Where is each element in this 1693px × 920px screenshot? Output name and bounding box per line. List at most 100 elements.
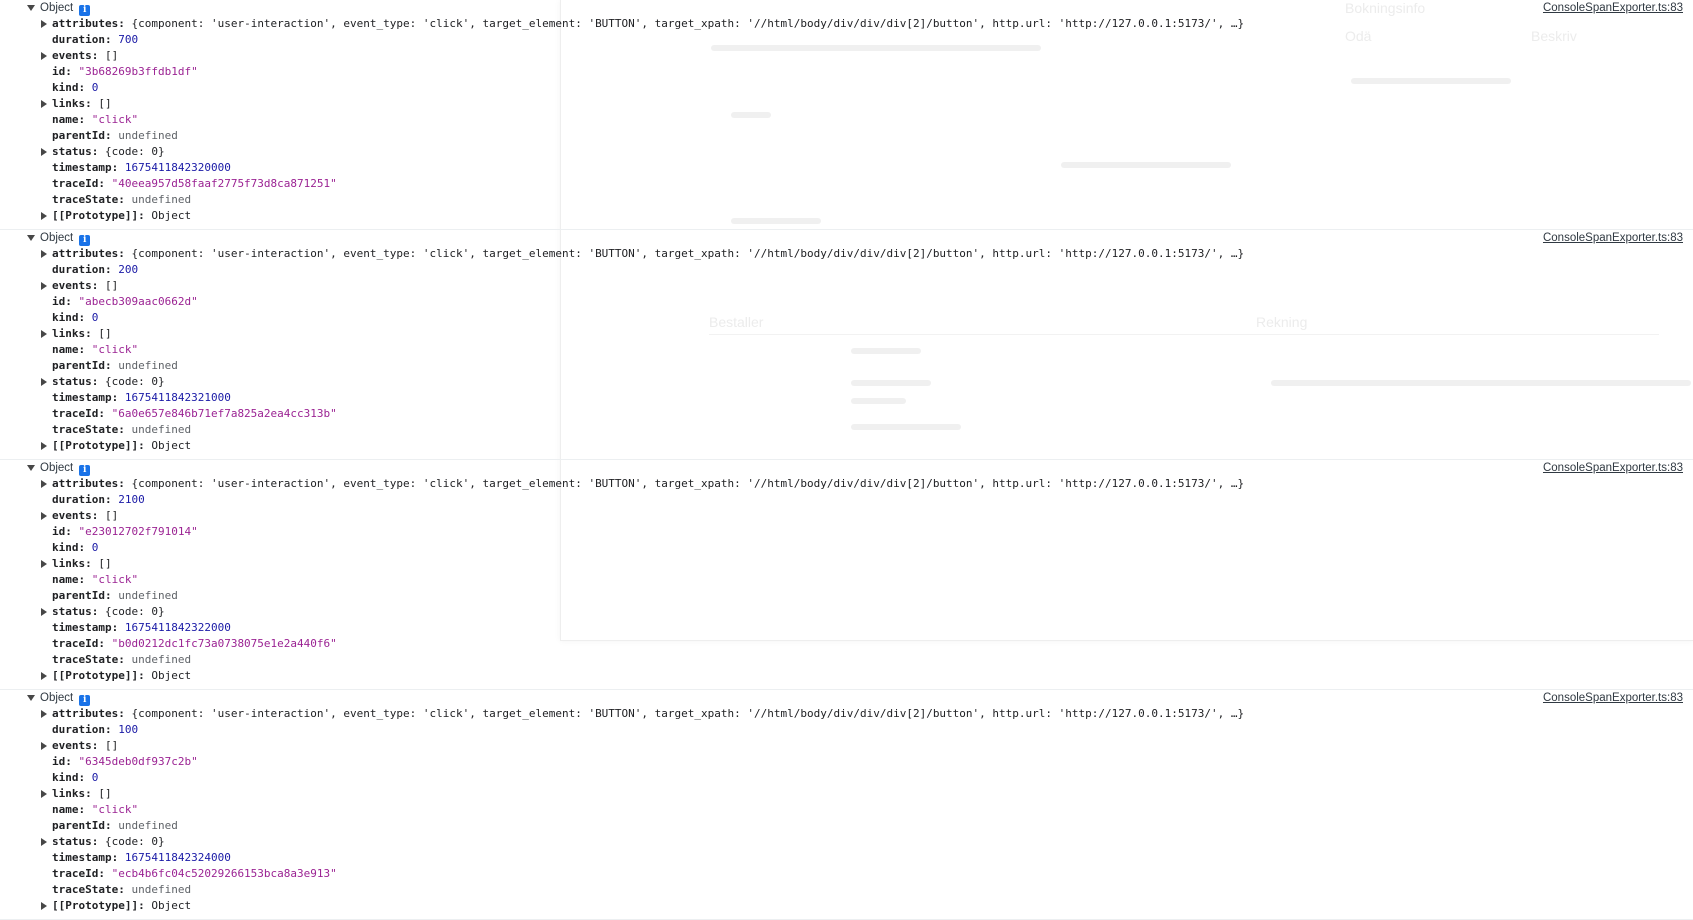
prop-value: 1675411842321000 [124,391,231,404]
prop-events[interactable]: events: [] [0,48,1693,64]
prop-value: "ecb4b6fc04c52029266153bca8a3e913" [111,867,337,880]
source-link[interactable]: ConsoleSpanExporter.ts:83 [1543,690,1683,706]
prop-key: links: [52,327,99,340]
expand-triangle-icon[interactable] [41,902,47,910]
prop-value: 1675411842324000 [124,851,231,864]
info-icon[interactable]: i [79,695,91,706]
prop-value: Object [151,669,192,682]
prop-prototype[interactable]: [[Prototype]]: Object [0,898,1693,914]
prop-kind: kind: 0 [0,80,1693,96]
prop-value: "click" [91,573,139,586]
source-link[interactable]: ConsoleSpanExporter.ts:83 [1543,0,1683,16]
prop-parentId: parentId: undefined [0,128,1693,144]
object-header[interactable]: Object i ConsoleSpanExporter.ts:83 [0,460,1693,476]
prop-value: undefined [131,653,192,666]
prop-key: status: [52,605,105,618]
prop-key: links: [52,97,99,110]
prop-value: undefined [118,129,178,142]
prop-timestamp: timestamp: 1675411842322000 [0,620,1693,636]
prop-key: events: [52,49,105,62]
prop-value: 0 [91,311,99,324]
prop-duration: duration: 700 [0,32,1693,48]
object-label: Object [40,462,74,474]
collapse-triangle-icon[interactable] [27,235,35,241]
prop-value: "6a0e657e846b71ef7a825a2ea4cc313b" [111,407,337,420]
prop-attributes[interactable]: attributes: {component: 'user-interactio… [0,476,1693,492]
source-link[interactable]: ConsoleSpanExporter.ts:83 [1543,230,1683,246]
prop-prototype[interactable]: [[Prototype]]: Object [0,668,1693,684]
object-header[interactable]: Object i ConsoleSpanExporter.ts:83 [0,690,1693,706]
prop-events[interactable]: events: [] [0,508,1693,524]
expand-triangle-icon[interactable] [41,148,47,156]
prop-attributes[interactable]: attributes: {component: 'user-interactio… [0,706,1693,722]
prop-events[interactable]: events: [] [0,738,1693,754]
prop-timestamp: timestamp: 1675411842324000 [0,850,1693,866]
expand-triangle-icon[interactable] [41,838,47,846]
console-message: Object i ConsoleSpanExporter.ts:83 attrib… [0,230,1693,460]
prop-status[interactable]: status: {code: 0} [0,834,1693,850]
expand-triangle-icon[interactable] [41,742,47,750]
prop-value: undefined [131,193,192,206]
prop-key: traceId: [52,407,112,420]
object-header[interactable]: Object i ConsoleSpanExporter.ts:83 [0,0,1693,16]
prop-value: [] [104,279,119,292]
object-header[interactable]: Object i ConsoleSpanExporter.ts:83 [0,230,1693,246]
expand-triangle-icon[interactable] [41,442,47,450]
prop-key: id: [52,525,79,538]
expand-triangle-icon[interactable] [41,52,47,60]
prop-key: status: [52,145,105,158]
prop-links[interactable]: links: [] [0,556,1693,572]
prop-key: [[Prototype]]: [52,439,152,452]
prop-attributes[interactable]: attributes: {component: 'user-interactio… [0,246,1693,262]
expand-triangle-icon[interactable] [41,212,47,220]
expand-triangle-icon[interactable] [41,710,47,718]
expand-triangle-icon[interactable] [41,378,47,386]
prop-status[interactable]: status: {code: 0} [0,604,1693,620]
prop-key: traceState: [52,653,132,666]
expand-triangle-icon[interactable] [41,480,47,488]
prop-key: [[Prototype]]: [52,669,152,682]
info-icon[interactable]: i [79,5,91,16]
prop-status[interactable]: status: {code: 0} [0,144,1693,160]
expand-triangle-icon[interactable] [41,20,47,28]
prop-links[interactable]: links: [] [0,326,1693,342]
info-icon[interactable]: i [79,235,91,246]
prop-name: name: "click" [0,802,1693,818]
collapse-triangle-icon[interactable] [27,465,35,471]
source-link[interactable]: ConsoleSpanExporter.ts:83 [1543,460,1683,476]
prop-value: [] [104,739,119,752]
prop-links[interactable]: links: [] [0,786,1693,802]
prop-attributes[interactable]: attributes: {component: 'user-interactio… [0,16,1693,32]
prop-kind: kind: 0 [0,310,1693,326]
collapse-triangle-icon[interactable] [27,5,35,11]
prop-key: events: [52,739,105,752]
prop-key: timestamp: [52,621,125,634]
prop-key: duration: [52,33,119,46]
info-icon[interactable]: i [79,465,91,476]
prop-key: kind: [52,541,92,554]
prop-links[interactable]: links: [] [0,96,1693,112]
prop-parentId: parentId: undefined [0,358,1693,374]
expand-triangle-icon[interactable] [41,790,47,798]
expand-triangle-icon[interactable] [41,608,47,616]
prop-events[interactable]: events: [] [0,278,1693,294]
prop-key: events: [52,509,105,522]
prop-value: 0 [91,771,99,784]
prop-key: attributes: [52,17,132,30]
prop-value: [] [98,97,112,110]
prop-value: "click" [91,803,139,816]
collapse-triangle-icon[interactable] [27,695,35,701]
expand-triangle-icon[interactable] [41,330,47,338]
expand-triangle-icon[interactable] [41,250,47,258]
expand-triangle-icon[interactable] [41,282,47,290]
prop-prototype[interactable]: [[Prototype]]: Object [0,438,1693,454]
expand-triangle-icon[interactable] [41,672,47,680]
expand-triangle-icon[interactable] [41,512,47,520]
prop-value: 0 [91,541,99,554]
prop-parentId: parentId: undefined [0,818,1693,834]
expand-triangle-icon[interactable] [41,560,47,568]
prop-status[interactable]: status: {code: 0} [0,374,1693,390]
expand-triangle-icon[interactable] [41,100,47,108]
object-label: Object [40,232,74,244]
prop-prototype[interactable]: [[Prototype]]: Object [0,208,1693,224]
